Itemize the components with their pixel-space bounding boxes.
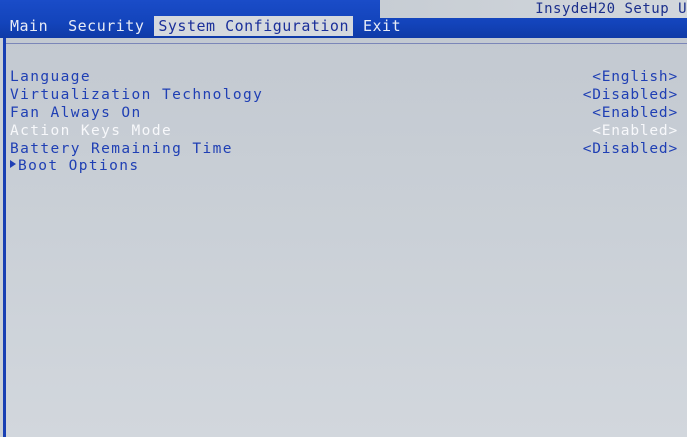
tab-exit[interactable]: Exit	[353, 16, 411, 36]
tab-security[interactable]: Security	[58, 16, 154, 36]
setting-label: Battery Remaining Time	[10, 141, 233, 157]
tab-main[interactable]: Main	[0, 16, 58, 36]
submenu-label: Boot Options	[18, 158, 140, 174]
vendor-title: InsydeH20 Setup U	[380, 0, 687, 18]
setting-row-fan-always-on[interactable]: Fan Always On <Enabled>	[10, 104, 678, 122]
setting-row-battery-remaining-time[interactable]: Battery Remaining Time <Disabled>	[10, 140, 678, 158]
setting-row-language[interactable]: Language <English>	[10, 68, 678, 86]
submenu-entry: Boot Options	[10, 157, 140, 175]
setting-value[interactable]: <Enabled>	[592, 104, 678, 122]
setting-value[interactable]: <Enabled>	[592, 122, 678, 140]
submenu-row-boot-options[interactable]: Boot Options	[10, 157, 678, 175]
setting-label: Virtualization Technology	[10, 87, 264, 103]
panel-divider	[6, 43, 687, 44]
setting-label: Fan Always On	[10, 105, 142, 121]
setting-label: Language	[10, 69, 92, 85]
setting-value[interactable]: <Disabled>	[583, 140, 678, 158]
tab-system-configuration[interactable]: System Configuration	[154, 16, 353, 36]
setting-row-virtualization-technology[interactable]: Virtualization Technology <Disabled>	[10, 86, 678, 104]
setting-row-action-keys-mode[interactable]: Action Keys Mode <Enabled>	[10, 122, 678, 140]
tab-bar: Main Security System Configuration Exit	[0, 14, 411, 36]
setting-label: Action Keys Mode	[10, 123, 173, 139]
setting-value[interactable]: <Disabled>	[583, 86, 678, 104]
submenu-arrow-icon	[10, 160, 16, 168]
setting-value[interactable]: <English>	[592, 68, 678, 86]
